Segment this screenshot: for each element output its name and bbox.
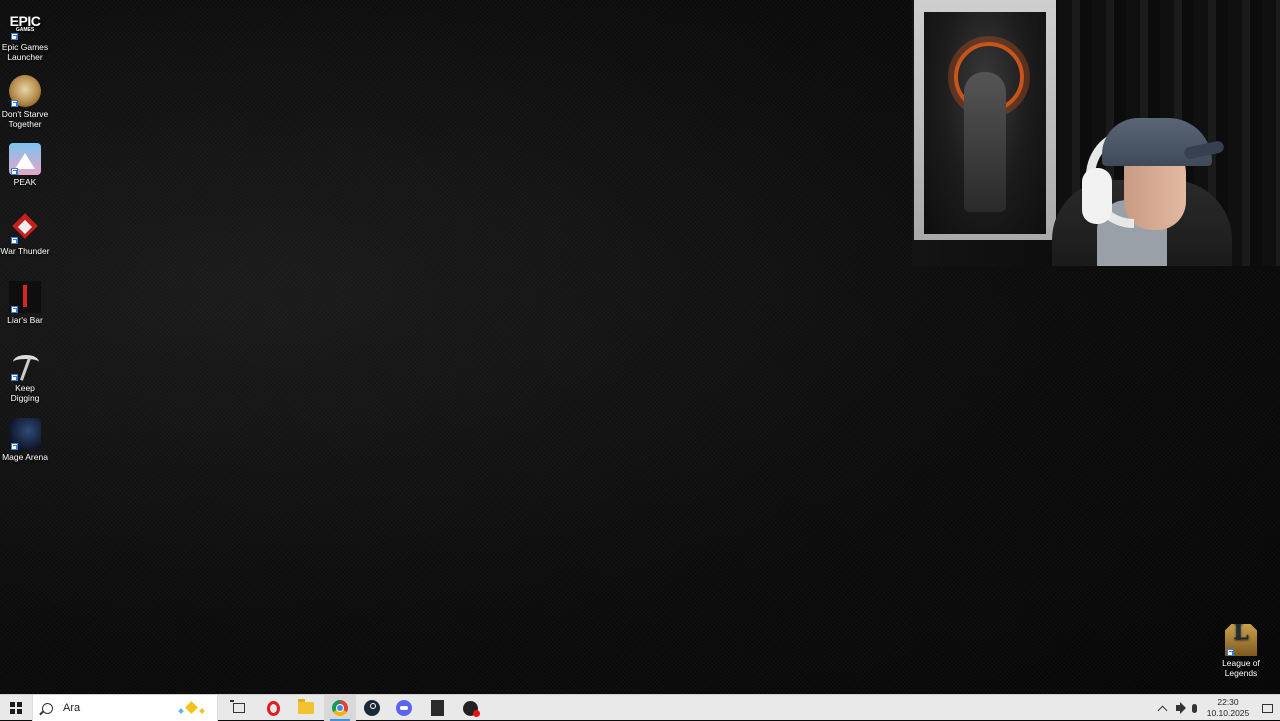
desktop-icon-dont-starve[interactable]: Don't Starve Together <box>0 75 50 129</box>
taskbar-app-opera[interactable] <box>258 695 288 721</box>
taskbar-app-ea[interactable] <box>455 695 485 721</box>
volume-button[interactable] <box>1170 695 1186 721</box>
epic-games-icon: EPIC GAMES <box>9 8 41 40</box>
start-button[interactable] <box>0 695 32 721</box>
opera-icon <box>266 700 280 716</box>
chevron-up-icon <box>1157 705 1167 715</box>
folder-icon <box>298 699 314 714</box>
shortcut-arrow-icon <box>11 168 18 175</box>
ea-app-icon <box>462 700 480 717</box>
taskbar-app-file-explorer[interactable] <box>291 695 321 721</box>
system-tray: 22:30 10.10.2025 <box>1154 695 1280 721</box>
task-view-button[interactable] <box>224 695 254 721</box>
webcam-painting <box>914 0 1056 240</box>
desktop-icon-label: Don't Starve Together <box>1 109 49 129</box>
taskbar-search-box[interactable] <box>32 695 218 721</box>
desktop-icon-label: League of Legends <box>1222 658 1260 678</box>
discord-icon <box>396 700 412 716</box>
desktop-icon-liars-bar[interactable]: Liar's Bar <box>0 281 50 325</box>
shortcut-arrow-icon <box>11 374 18 381</box>
taskbar-app-epic-games[interactable] <box>422 695 452 721</box>
desktop-icon-keep-digging[interactable]: Keep Digging <box>0 349 50 403</box>
steam-icon <box>364 700 380 716</box>
desktop-icon-war-thunder[interactable]: War Thunder <box>0 212 50 256</box>
desktop-icon-label: Keep Digging <box>10 383 40 403</box>
search-icon <box>42 702 53 714</box>
league-of-legends-icon <box>1225 624 1257 656</box>
shortcut-arrow-icon <box>11 33 18 40</box>
taskbar-app-steam[interactable] <box>357 695 387 721</box>
microphone-icon <box>1191 703 1197 713</box>
dont-starve-icon <box>9 75 41 107</box>
clock-time: 22:30 <box>1217 697 1239 707</box>
desktop-icon-label: Liar's Bar <box>7 315 43 325</box>
pickaxe-icon <box>9 349 41 381</box>
task-view-icon <box>230 700 245 713</box>
notification-center-button[interactable] <box>1254 695 1280 721</box>
taskbar-clock[interactable]: 22:30 10.10.2025 <box>1204 697 1252 719</box>
shortcut-arrow-icon <box>11 306 18 313</box>
shortcut-arrow-icon <box>1227 649 1234 656</box>
desktop: EPIC GAMES Epic Games Launcher Don't Star… <box>0 0 1280 694</box>
taskbar: 22:30 10.10.2025 <box>0 694 1280 721</box>
taskbar-app-chrome[interactable] <box>324 695 356 721</box>
shortcut-arrow-icon <box>11 100 18 107</box>
clock-date: 10.10.2025 <box>1206 708 1250 718</box>
liars-bar-icon <box>9 281 41 313</box>
chrome-icon <box>332 700 348 716</box>
desktop-icon-epic-games[interactable]: EPIC GAMES Epic Games Launcher <box>0 8 50 62</box>
desktop-icon-label: War Thunder <box>0 246 50 256</box>
notification-icon <box>1261 703 1273 713</box>
show-hidden-icons-button[interactable] <box>1154 695 1170 721</box>
headphone-earcup <box>1082 168 1112 224</box>
mage-arena-icon <box>9 418 41 450</box>
desktop-icon-league-of-legends[interactable]: League of Legends <box>1216 624 1266 678</box>
search-highlight-icon <box>173 700 213 716</box>
desktop-icon-mage-arena[interactable]: Mage Arena <box>0 418 50 462</box>
taskbar-app-discord[interactable] <box>389 695 419 721</box>
desktop-icon-label: PEAK <box>13 177 37 187</box>
webcam-overlay <box>912 0 1280 266</box>
speaker-icon <box>1175 705 1181 711</box>
windows-logo-icon <box>10 702 22 714</box>
epic-games-icon <box>430 700 444 716</box>
microphone-button[interactable] <box>1186 695 1202 721</box>
search-input[interactable] <box>63 702 173 714</box>
war-thunder-icon <box>9 212 41 244</box>
shortcut-arrow-icon <box>11 237 18 244</box>
shortcut-arrow-icon <box>11 443 18 450</box>
desktop-icon-peak[interactable]: PEAK <box>0 143 50 187</box>
desktop-icon-label: Mage Arena <box>2 452 48 462</box>
peak-icon <box>9 143 41 175</box>
desktop-icon-label: Epic Games Launcher <box>1 42 49 62</box>
